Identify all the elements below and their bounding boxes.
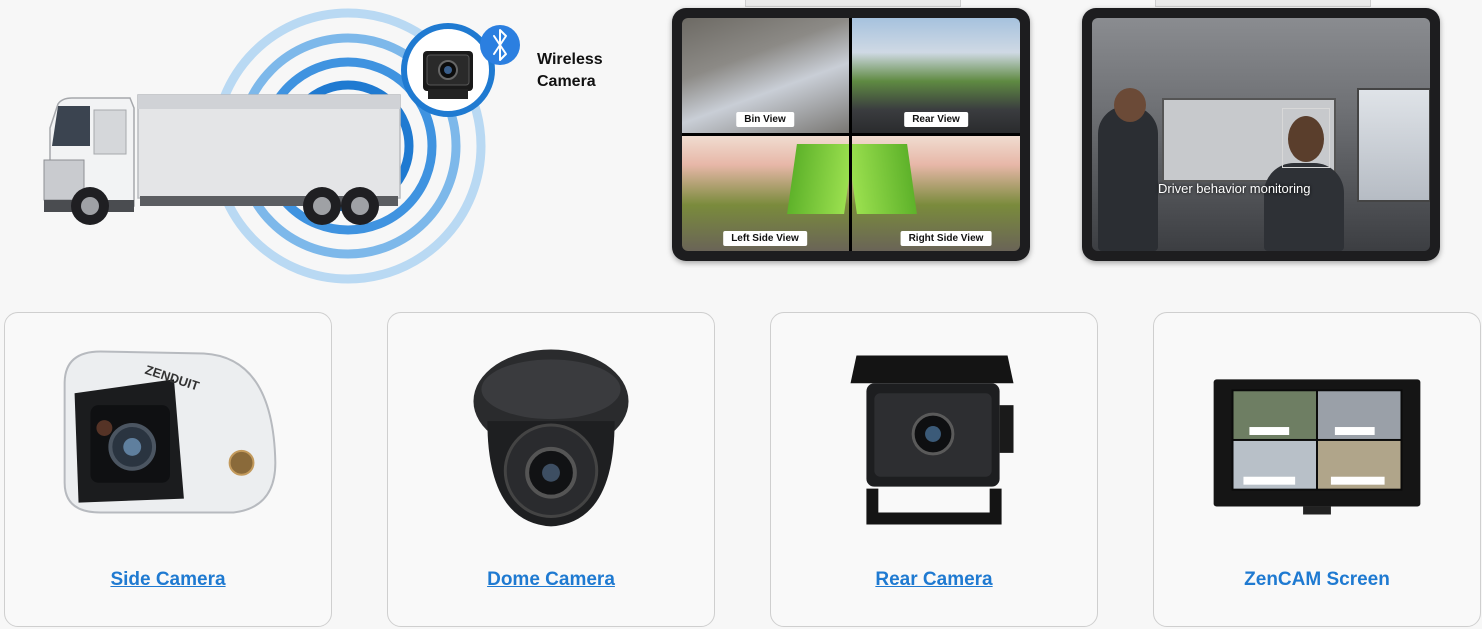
right-side-view-feed: Right Side View	[852, 136, 1020, 251]
rear-view-label: Rear View	[904, 112, 968, 127]
passenger-figure	[1098, 106, 1158, 251]
zencam-screen-label: ZenCAM Screen	[1244, 569, 1390, 590]
cab-side-window	[1357, 88, 1430, 202]
wireless-label-line1: Wireless	[537, 51, 603, 68]
truck-wireless-illustration	[43, 8, 520, 284]
zencam-screen-card: ZenCAM Screen	[1153, 312, 1481, 627]
driver-monitoring-tablet: Driver behavior monitoring	[1082, 8, 1440, 261]
face-detection-box	[1282, 108, 1330, 168]
bluetooth-icon	[480, 25, 520, 65]
dome-camera-card: Dome Camera	[387, 312, 715, 627]
truck-image	[43, 94, 401, 225]
dome-camera-link[interactable]: Dome Camera	[388, 569, 714, 591]
rear-view-feed: Rear View	[852, 18, 1020, 133]
left-side-view-label: Left Side View	[723, 231, 807, 246]
wireless-camera-label: Wireless Camera	[537, 49, 603, 93]
left-side-view-feed: Left Side View	[682, 136, 849, 251]
side-camera-image: ZENDUIT	[63, 350, 277, 514]
rear-camera-card: Rear Camera	[770, 312, 1098, 627]
quad-view-screen: Bin View Rear View Left Side View Right …	[682, 18, 1020, 251]
rear-camera-image	[850, 355, 1014, 525]
right-side-view-label: Right Side View	[900, 231, 992, 246]
side-camera-card: ZENDUIT Side Camera	[4, 312, 332, 627]
bin-view-feed: Bin View	[682, 18, 849, 133]
tablet-stand-top	[745, 0, 961, 7]
driver-monitoring-screen: Driver behavior monitoring	[1092, 18, 1430, 251]
dome-camera-image	[473, 349, 629, 527]
wireless-camera-image	[401, 23, 495, 117]
quad-view-tablet: Bin View Rear View Left Side View Right …	[672, 8, 1030, 261]
zencam-screen-image	[1213, 379, 1421, 515]
tablet-stand-top-2	[1155, 0, 1371, 7]
side-camera-link[interactable]: Side Camera	[5, 569, 331, 591]
driver-behavior-label: Driver behavior monitoring	[1158, 181, 1311, 196]
bin-view-label: Bin View	[736, 112, 794, 127]
driver-figure	[1264, 163, 1344, 251]
wireless-label-line2: Camera	[537, 73, 596, 90]
rear-camera-link[interactable]: Rear Camera	[771, 569, 1097, 591]
